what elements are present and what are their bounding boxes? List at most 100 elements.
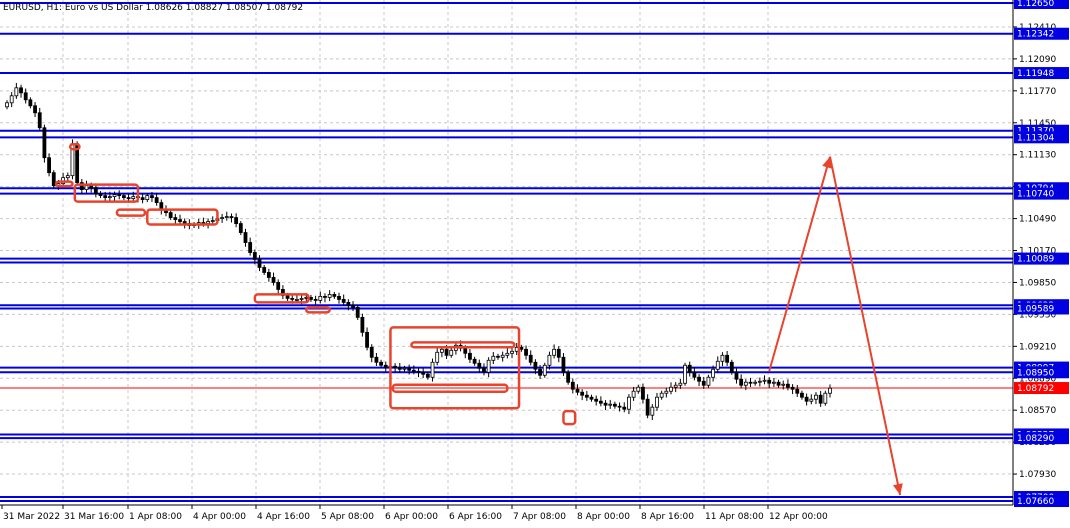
candle-body bbox=[556, 348, 561, 358]
candle-body bbox=[589, 396, 594, 400]
candle-body bbox=[323, 296, 327, 298]
time-tick-label: 6 Apr 00:00 bbox=[385, 512, 438, 522]
time-tick-label: 8 Apr 16:00 bbox=[641, 512, 694, 522]
level-labels: 1.126501.123421.119481.113701.113041.107… bbox=[1014, 0, 1069, 508]
candle-body bbox=[622, 406, 627, 410]
candle-body bbox=[304, 297, 309, 299]
candle-body bbox=[351, 304, 355, 308]
candle-body bbox=[482, 367, 486, 373]
candle-body bbox=[739, 378, 744, 386]
price-tick-label: 1.11770 bbox=[1019, 87, 1056, 97]
candle-body bbox=[753, 381, 758, 384]
time-tick-label: 5 Apr 08:00 bbox=[321, 512, 374, 522]
candle-body bbox=[514, 346, 519, 352]
candle-body bbox=[360, 316, 365, 333]
time-tick-label: 1 Apr 08:00 bbox=[129, 512, 182, 522]
candle-body bbox=[154, 197, 159, 203]
level-tag-label: 1.11304 bbox=[1017, 133, 1054, 143]
candle-body bbox=[814, 394, 818, 400]
candle-body bbox=[51, 172, 56, 187]
candle-body bbox=[748, 381, 753, 384]
candle-body bbox=[271, 277, 276, 283]
candle-body bbox=[9, 95, 14, 104]
price-tick-label: 1.10490 bbox=[1019, 215, 1056, 225]
price-chart[interactable]: 1.126501.124101.120901.117701.114501.111… bbox=[0, 0, 1070, 528]
candle-body bbox=[23, 92, 28, 101]
candle-body bbox=[594, 398, 599, 402]
candle-body bbox=[150, 195, 154, 199]
candle-body bbox=[206, 221, 210, 224]
candle-body bbox=[472, 358, 477, 364]
candle-body bbox=[570, 381, 575, 390]
candle-body bbox=[519, 346, 524, 350]
candle-body bbox=[238, 223, 243, 233]
level-tag-label: 1.12650 bbox=[1017, 0, 1054, 9]
chart-header: EURUSD, H1: Euro vs US Dollar 1.08626 1.… bbox=[3, 3, 303, 13]
candle-body bbox=[262, 267, 267, 273]
candle-body bbox=[117, 194, 122, 197]
candle-body bbox=[804, 396, 809, 402]
time-tick-label: 8 Apr 00:00 bbox=[577, 512, 630, 522]
candle-body bbox=[505, 352, 510, 356]
candle-body bbox=[828, 387, 832, 394]
candle-body bbox=[37, 112, 42, 129]
candle-body bbox=[107, 196, 112, 199]
level-tag-label: 1.07660 bbox=[1017, 497, 1054, 507]
candle-body bbox=[743, 381, 748, 386]
price-tick-label: 1.07930 bbox=[1019, 470, 1056, 480]
candle-body bbox=[178, 219, 182, 222]
candle-body bbox=[449, 349, 454, 356]
candle-body bbox=[266, 272, 271, 278]
candle-body bbox=[444, 348, 449, 356]
candle-body bbox=[224, 216, 229, 218]
level-tag-label: 1.11948 bbox=[1017, 69, 1054, 79]
candle-body bbox=[463, 347, 468, 354]
candle-body bbox=[5, 102, 9, 108]
time-axis[interactable]: 31 Mar 2022 31 Mar 16:00 1 Apr 08:00 4 Apr … bbox=[1, 505, 828, 522]
candle-body bbox=[603, 402, 608, 406]
candle-body bbox=[715, 360, 720, 370]
candle-body bbox=[229, 216, 234, 218]
candle-body bbox=[725, 354, 730, 363]
candle-body bbox=[692, 371, 697, 378]
candle-body bbox=[402, 367, 407, 370]
candle-body bbox=[47, 157, 51, 174]
candle-body bbox=[781, 383, 786, 386]
time-tick-label: 12 Apr 00:00 bbox=[769, 512, 828, 522]
candle-body bbox=[276, 282, 281, 290]
candle-body bbox=[430, 361, 435, 378]
candle-body bbox=[210, 220, 215, 222]
candle-body bbox=[313, 299, 318, 301]
candle-body bbox=[168, 212, 173, 218]
candle-body bbox=[93, 187, 98, 195]
candle-body bbox=[243, 232, 248, 243]
candle-body bbox=[627, 396, 631, 410]
candle-body bbox=[612, 403, 617, 407]
candle-body bbox=[580, 391, 585, 396]
time-tick-label: 4 Apr 00:00 bbox=[193, 512, 246, 522]
candle-body bbox=[182, 221, 187, 224]
time-tick-label: 31 Mar 16:00 bbox=[64, 512, 124, 522]
level-tag-label: 1.09589 bbox=[1017, 304, 1054, 314]
candle-body bbox=[393, 365, 398, 368]
price-tick-label: 1.09850 bbox=[1019, 278, 1056, 288]
candle-body bbox=[547, 354, 552, 366]
candle-body bbox=[365, 331, 369, 348]
candle-body bbox=[566, 371, 571, 383]
candle-body bbox=[552, 348, 557, 356]
candle-body bbox=[318, 296, 323, 301]
candle-body bbox=[500, 354, 505, 358]
candle-body bbox=[734, 371, 739, 380]
candle-body bbox=[374, 356, 379, 363]
candle-body bbox=[425, 373, 430, 378]
candle-body bbox=[786, 383, 790, 388]
candle-body bbox=[140, 197, 145, 201]
candle-body bbox=[729, 361, 734, 373]
candle-body bbox=[683, 364, 687, 384]
candle-body bbox=[257, 259, 262, 268]
price-tick-label: 1.08570 bbox=[1019, 406, 1056, 416]
candle-body bbox=[89, 185, 94, 189]
candle-body bbox=[309, 297, 313, 300]
candle-body bbox=[659, 392, 664, 398]
candle-body bbox=[337, 296, 341, 300]
